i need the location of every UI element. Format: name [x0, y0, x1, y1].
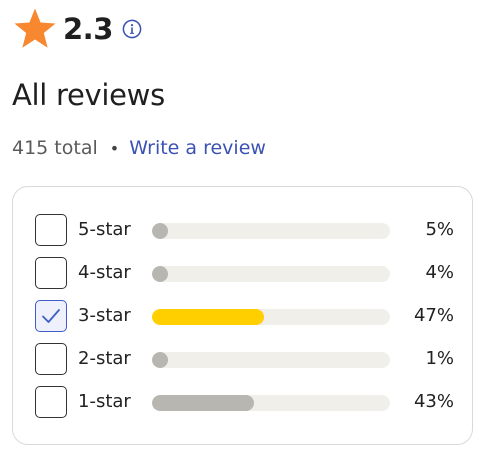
filter-label: 4-star	[78, 262, 131, 283]
filter-percentage: 1%	[425, 348, 454, 369]
rating-bar-track	[152, 395, 390, 411]
rating-value: 2.3	[63, 12, 113, 46]
checkbox-5-star[interactable]	[35, 214, 67, 246]
filter-label: 3-star	[78, 305, 131, 326]
filter-label: 1-star	[78, 391, 131, 412]
rating-bar-track	[152, 309, 390, 325]
filter-percentage: 43%	[413, 391, 454, 412]
filter-row-4-star[interactable]: 4-star 4%	[13, 257, 474, 291]
info-icon[interactable]	[122, 19, 142, 39]
rating-bar-track	[152, 266, 390, 282]
checkbox-4-star[interactable]	[35, 257, 67, 289]
filter-percentage: 5%	[425, 219, 454, 240]
page-title: All reviews	[12, 78, 165, 112]
checkbox-2-star[interactable]	[35, 343, 67, 375]
filter-percentage: 4%	[425, 262, 454, 283]
rating-bar-fill	[152, 223, 168, 239]
filter-row-2-star[interactable]: 2-star 1%	[13, 343, 474, 377]
star-icon	[14, 8, 56, 48]
filter-row-1-star[interactable]: 1-star 43%	[13, 386, 474, 420]
rating-bar-fill	[152, 309, 264, 325]
filter-label: 5-star	[78, 219, 131, 240]
rating-bar-fill	[152, 352, 168, 368]
review-summary: 415 total • Write a review	[12, 137, 266, 159]
rating-bar-track	[152, 352, 390, 368]
rating-bar-track	[152, 223, 390, 239]
filter-percentage: 47%	[413, 305, 454, 326]
checkbox-3-star[interactable]	[35, 300, 67, 332]
filter-label: 2-star	[78, 348, 131, 369]
overall-rating: 2.3	[12, 6, 142, 52]
total-count: 415 total	[12, 137, 98, 159]
filter-row-5-star[interactable]: 5-star 5%	[13, 214, 474, 248]
write-review-link[interactable]: Write a review	[129, 137, 266, 159]
checkmark-icon	[42, 309, 60, 323]
filter-row-3-star[interactable]: 3-star 47%	[13, 300, 474, 334]
star-filter-card: 5-star 5% 4-star 4% 3-star 47% 2-star 1%…	[12, 186, 473, 445]
separator-dot: •	[109, 138, 120, 158]
rating-bar-fill	[152, 266, 168, 282]
checkbox-1-star[interactable]	[35, 386, 67, 418]
ratings-page: 2.3 All reviews 415 total • Write a revi…	[0, 0, 489, 461]
rating-bar-fill	[152, 395, 255, 411]
